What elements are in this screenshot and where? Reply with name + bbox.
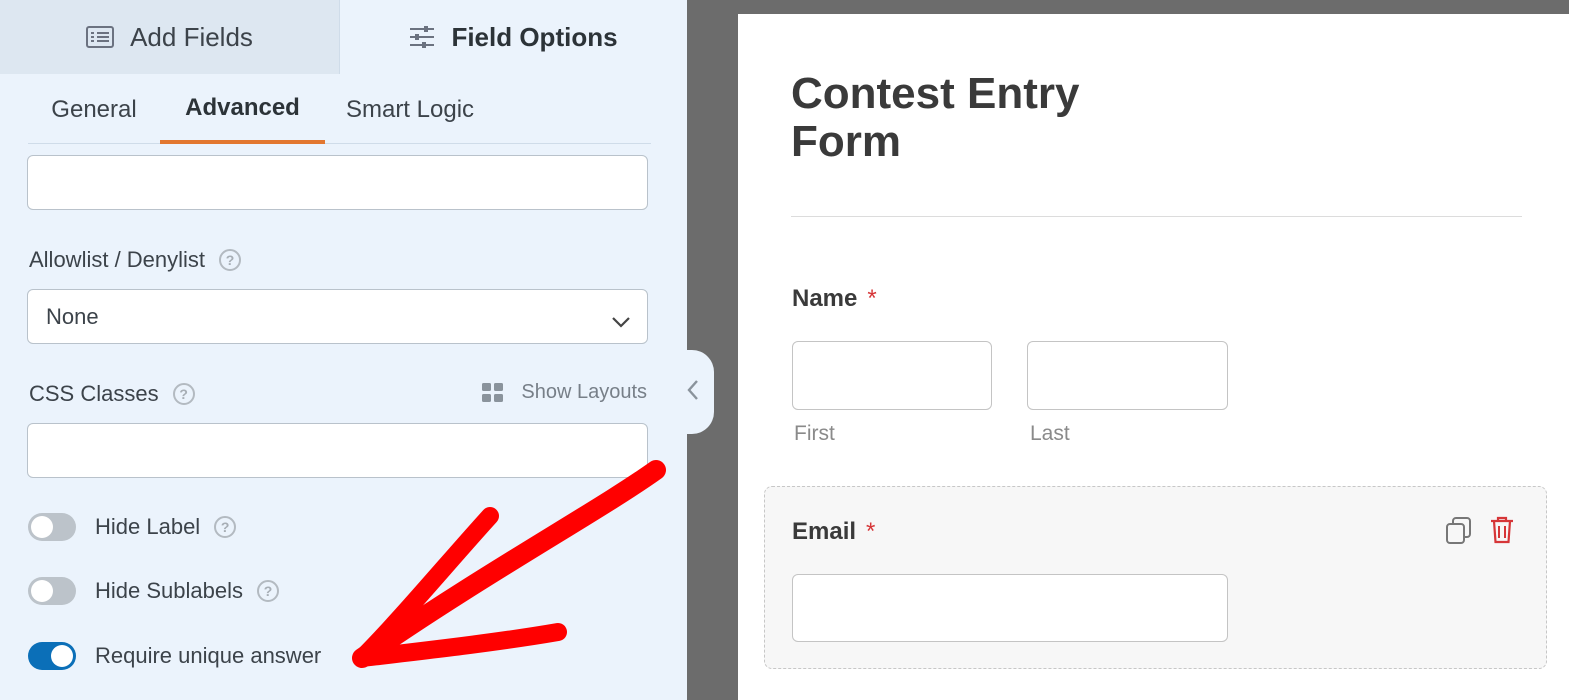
question-circle-icon[interactable]: ? xyxy=(219,249,242,271)
toggle-row-require-unique: Require unique answer xyxy=(28,642,321,670)
last-sublabel: Last xyxy=(1030,422,1070,445)
subtab-general[interactable]: General xyxy=(28,76,160,144)
advanced-text-input[interactable] xyxy=(27,155,648,210)
toggle-row-hide-sublabels: Hide Sublabels ? xyxy=(28,577,279,605)
field-options-subtabs: General Advanced Smart Logic xyxy=(28,76,651,144)
allowlist-select[interactable]: None xyxy=(27,289,648,344)
require-unique-text: Require unique answer xyxy=(95,643,322,668)
question-circle-icon[interactable]: ? xyxy=(214,516,237,538)
email-label-text: Email xyxy=(792,518,857,545)
name-field-label: Name * xyxy=(792,285,877,313)
css-classes-label-row: CSS Classes ? xyxy=(29,381,195,407)
grid-icon xyxy=(481,382,505,404)
name-label-text: Name xyxy=(792,285,858,312)
tab-field-options[interactable]: Field Options xyxy=(340,0,687,74)
hide-label-toggle[interactable] xyxy=(28,513,76,541)
required-asterisk: * xyxy=(867,285,877,312)
show-layouts-label: Show Layouts xyxy=(521,381,647,403)
tab-add-fields[interactable]: Add Fields xyxy=(0,0,340,74)
tab-add-fields-label: Add Fields xyxy=(130,21,253,52)
css-classes-label: CSS Classes xyxy=(29,381,159,406)
form-title: Contest Entry Form xyxy=(791,69,1080,166)
trash-icon[interactable] xyxy=(1489,515,1515,545)
list-icon xyxy=(86,26,115,48)
panel-top-tabs: Add Fields Field Options xyxy=(0,0,687,74)
annotation-arrow-icon xyxy=(352,460,666,668)
allowlist-label: Allowlist / Denylist xyxy=(29,247,206,272)
email-field-label: Email * xyxy=(792,518,875,546)
allowlist-selected-value: None xyxy=(46,303,99,329)
hide-sublabels-toggle[interactable] xyxy=(28,577,76,605)
chevron-down-icon xyxy=(611,308,631,334)
sliders-icon xyxy=(409,25,435,49)
required-asterisk: * xyxy=(866,518,876,545)
hide-sublabels-text: Hide Sublabels xyxy=(95,578,243,603)
tab-field-options-label: Field Options xyxy=(451,21,618,52)
subtab-advanced[interactable]: Advanced xyxy=(160,76,325,144)
question-circle-icon[interactable]: ? xyxy=(256,580,279,602)
show-layouts-link[interactable]: Show Layouts xyxy=(481,381,647,404)
email-input[interactable] xyxy=(792,574,1228,642)
allowlist-label-row: Allowlist / Denylist ? xyxy=(29,247,242,273)
require-unique-toggle[interactable] xyxy=(28,642,76,670)
name-first-input[interactable] xyxy=(792,341,992,410)
collapse-panel-handle[interactable] xyxy=(672,350,714,434)
duplicate-icon[interactable] xyxy=(1444,515,1474,545)
name-last-input[interactable] xyxy=(1027,341,1228,410)
title-divider xyxy=(791,216,1522,217)
toggle-row-hide-label: Hide Label ? xyxy=(28,513,237,541)
subtab-smart-logic[interactable]: Smart Logic xyxy=(325,76,495,144)
question-circle-icon[interactable]: ? xyxy=(172,383,195,405)
hide-label-text: Hide Label xyxy=(95,514,201,539)
first-sublabel: First xyxy=(794,422,835,445)
chevron-left-icon xyxy=(686,379,700,406)
